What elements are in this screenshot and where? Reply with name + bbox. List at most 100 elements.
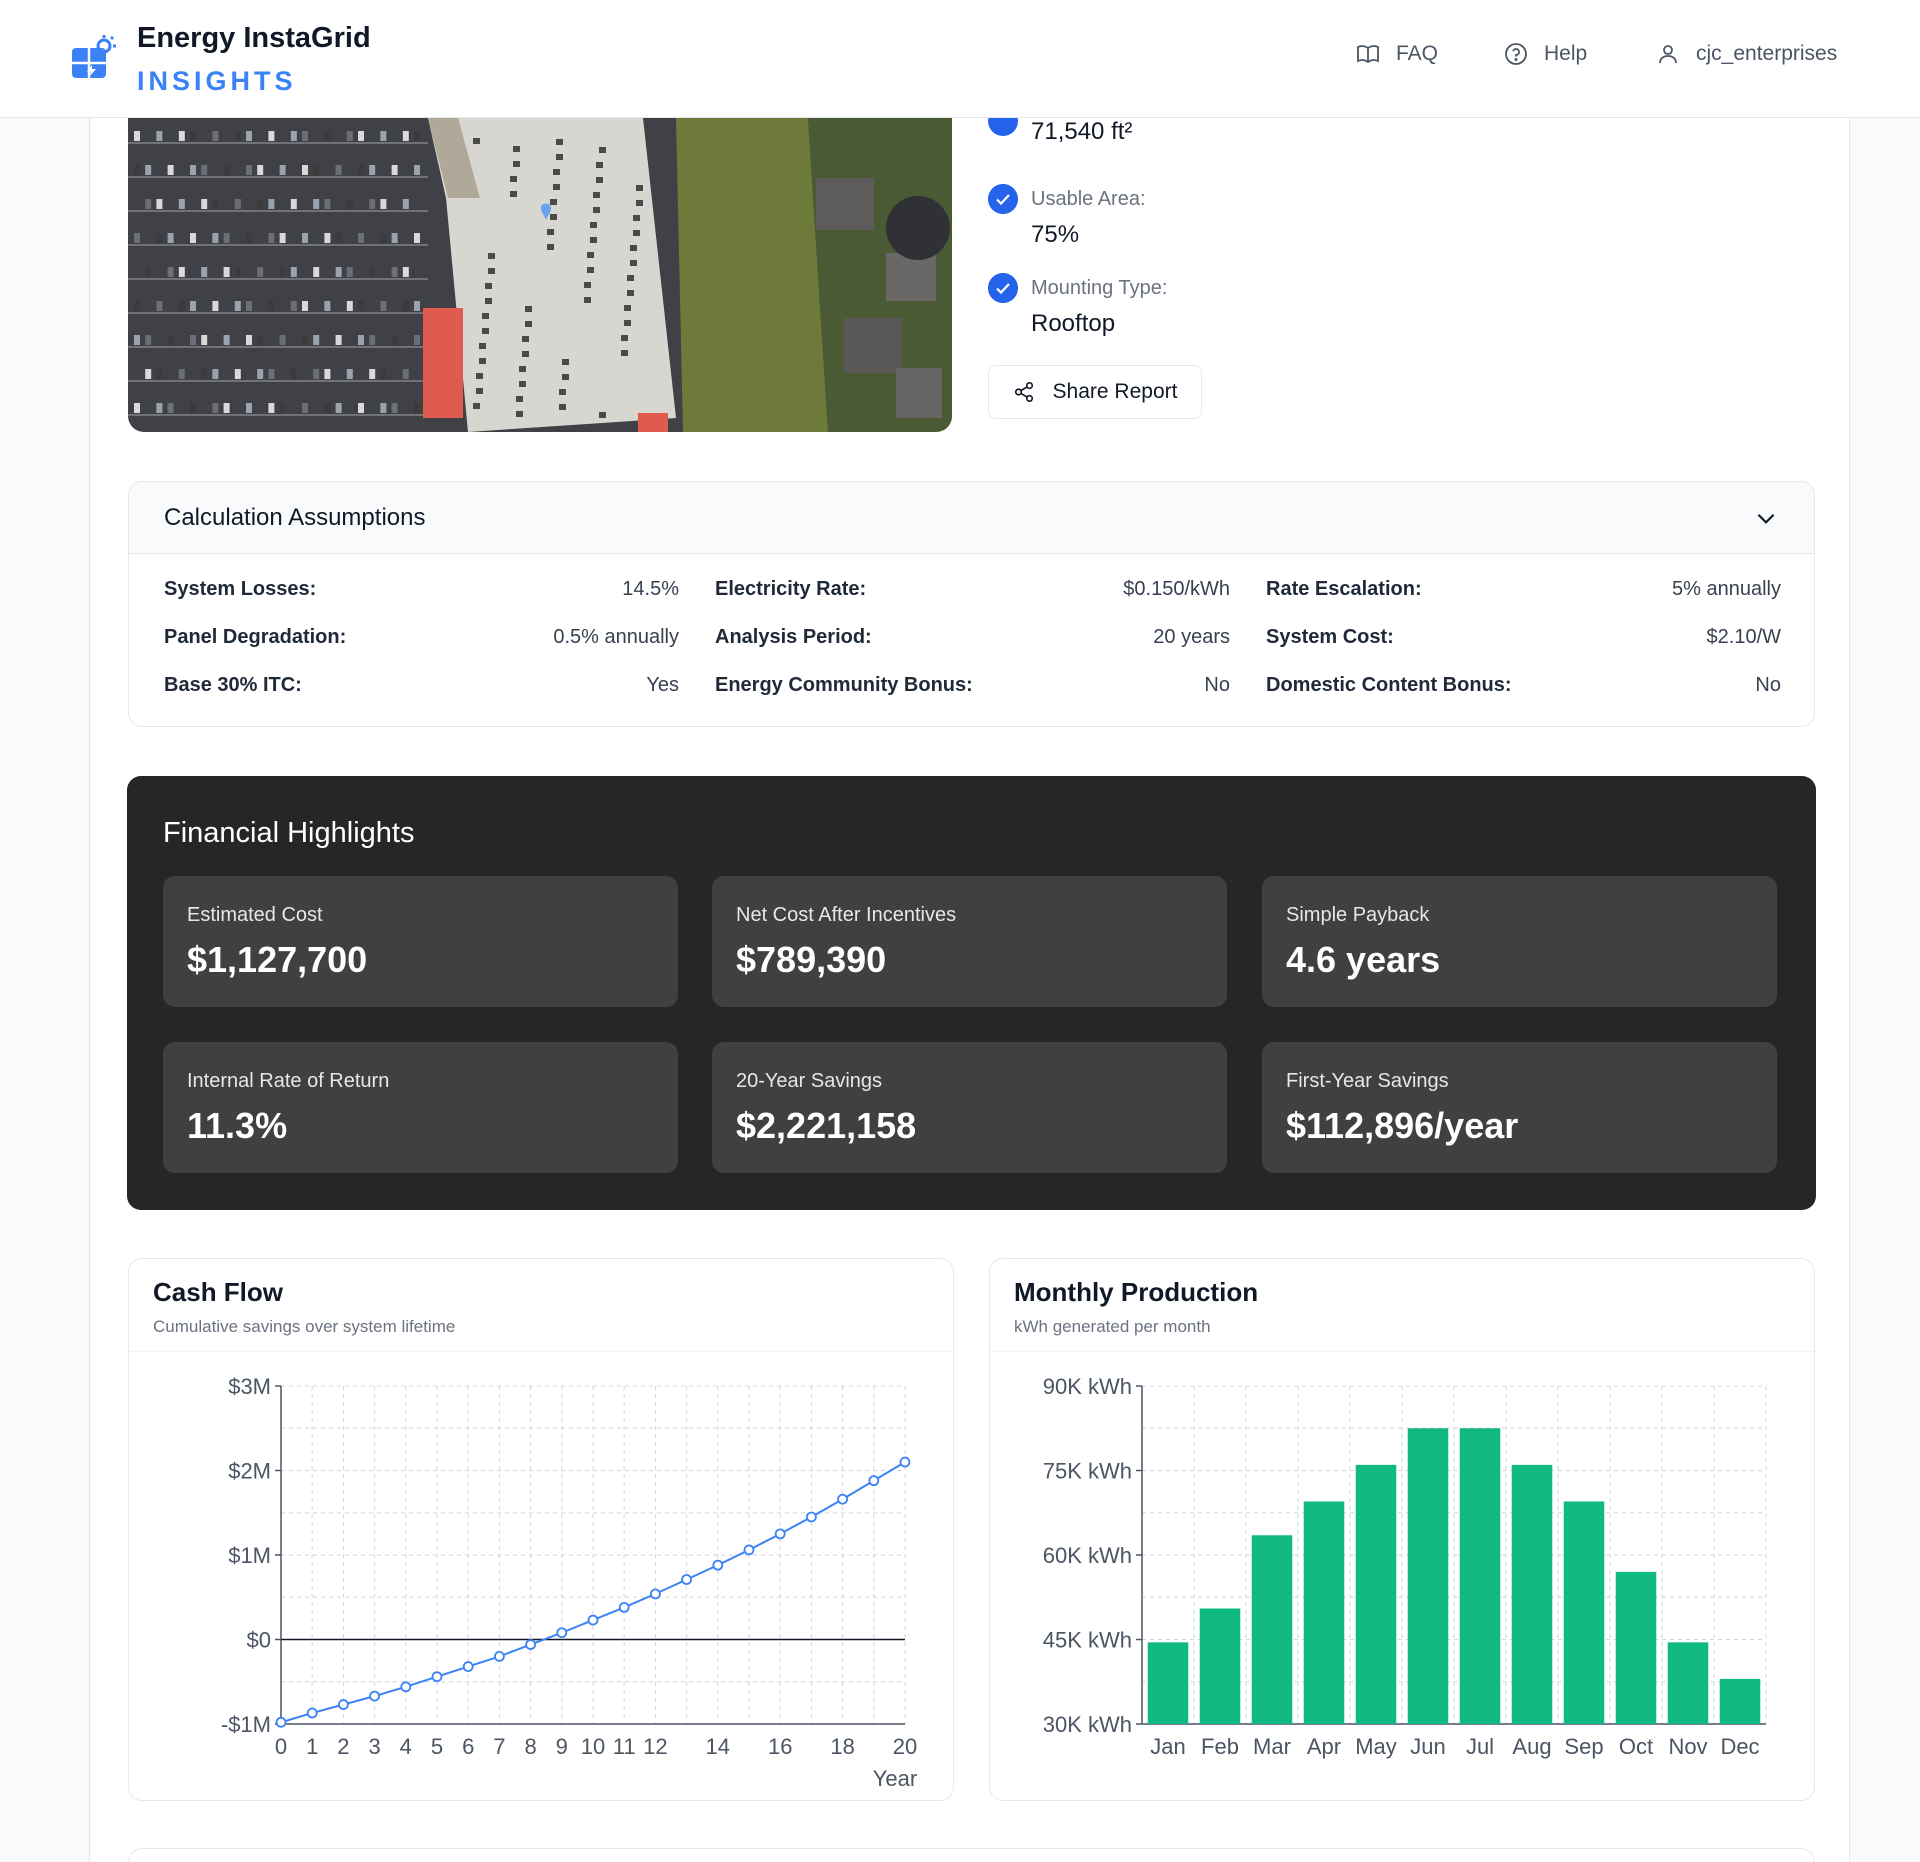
y-tick-label: $0 (247, 1628, 271, 1653)
next-section-card (128, 1848, 1815, 1862)
brand-subtitle: INSIGHTS (137, 66, 297, 96)
assumption-row: System Losses: 14.5% (164, 578, 679, 601)
y-tick-label: 90K kWh (1043, 1374, 1132, 1399)
production-bar (1199, 1608, 1241, 1724)
assumption-row: Electricity Rate: $0.150/kWh (715, 578, 1230, 601)
financial-card-value: $789,390 (736, 939, 887, 980)
user-icon (1659, 45, 1677, 64)
usable-area-value: 75% (1031, 221, 1080, 248)
financial-card-label: First-Year Savings (1286, 1070, 1449, 1092)
book-icon (1357, 45, 1379, 64)
x-tick-label: Jan (1150, 1734, 1185, 1759)
assumptions-toggle[interactable]: Calculation Assumptions (129, 482, 1814, 554)
cash-flow-point (431, 1671, 443, 1683)
cash-flow-point (681, 1574, 692, 1585)
production-bar (1251, 1535, 1293, 1724)
report-container: 71,540 ft² Usable Area: 75% Mounting Typ… (89, 106, 1850, 1862)
x-tick-label: 6 (462, 1734, 474, 1759)
production-bar (1615, 1571, 1657, 1724)
assumption-label: Energy Community Bonus: (715, 674, 973, 696)
nav-help-link[interactable]: Help (1504, 42, 1587, 66)
cash-flow-point (712, 1559, 724, 1571)
usable-area-label: Usable Area: (1031, 188, 1146, 210)
assumption-value: 20 years (1153, 626, 1230, 648)
monthly-production-chart: 30K kWh 45K kWh 60K kWh 75K kWh 90K kWh Jan Fe… (1043, 1374, 1767, 1759)
assumption-label: Analysis Period: (715, 626, 872, 648)
monthly-production-card: Monthly Production kWh generated per mon… (989, 1258, 1815, 1801)
cash-flow-point (899, 1456, 911, 1468)
x-tick-label: 14 (706, 1734, 730, 1759)
assumption-row: Energy Community Bonus: No (715, 674, 1230, 697)
financial-card-value: 4.6 years (1286, 939, 1441, 980)
x-tick-label: Jul (1466, 1734, 1494, 1759)
assumption-row: Rate Escalation: 5% annually (1266, 578, 1781, 601)
financial-card-value: 11.3% (187, 1105, 288, 1146)
cash-flow-point (369, 1690, 381, 1702)
cash-flow-point (306, 1707, 318, 1719)
cash-flow-point (837, 1493, 848, 1505)
y-tick-label: 45K kWh (1043, 1628, 1132, 1653)
financial-card-value: $1,127,700 (187, 939, 368, 980)
help-circle-icon (1505, 43, 1527, 65)
cash-flow-point (868, 1475, 880, 1487)
cash-flow-point (650, 1588, 661, 1600)
y-tick-label: 75K kWh (1043, 1459, 1132, 1484)
check-circle-icon (988, 184, 1018, 214)
x-tick-label: 8 (524, 1734, 536, 1759)
financial-card: Estimated Cost $1,127,700 (163, 876, 678, 1007)
y-tick-label: -$1M (221, 1712, 271, 1737)
assumption-label: System Losses: (164, 578, 317, 600)
y-tick-label: 60K kWh (1043, 1543, 1132, 1568)
y-tick-label: 30K kWh (1043, 1712, 1132, 1737)
app-header: Energy InstaGrid INSIGHTS FAQ Help cjc_e… (0, 0, 1920, 118)
y-tick-label: $3M (228, 1374, 271, 1399)
cash-flow-card: Cash Flow Cumulative savings over system… (128, 1258, 954, 1801)
x-tick-label: Nov (1668, 1734, 1707, 1759)
financial-card-value: $112,896/year (1286, 1105, 1519, 1146)
cash-flow-point (493, 1650, 505, 1662)
x-tick-label: 11 (613, 1734, 636, 1759)
check-circle-icon (988, 273, 1018, 303)
assumptions-title: Calculation Assumptions (164, 503, 426, 531)
chevron-down-icon (1757, 513, 1775, 524)
assumption-label: System Cost: (1266, 626, 1394, 648)
financial-card-label: Estimated Cost (187, 904, 323, 926)
x-tick-label: Dec (1720, 1734, 1759, 1759)
assumption-label: Panel Degradation: (164, 626, 347, 648)
cash-flow-point (462, 1661, 474, 1672)
x-tick-label: 10 (581, 1734, 605, 1759)
assumption-row: Domestic Content Bonus: No (1266, 674, 1781, 697)
cash-flow-point (525, 1639, 537, 1650)
financial-card-value: $2,221,158 (736, 1105, 917, 1146)
financial-card: First-Year Savings $112,896/year (1262, 1042, 1777, 1173)
x-tick-label: 9 (556, 1734, 568, 1759)
production-bar (1407, 1428, 1449, 1724)
assumption-value: 0.5% annually (553, 626, 679, 648)
user-menu[interactable]: cjc_enterprises (1656, 42, 1837, 66)
mounting-type-value: Rooftop (1031, 310, 1116, 337)
nav-faq-link[interactable]: FAQ (1356, 42, 1438, 66)
financial-highlights-panel: Financial Highlights Estimated Cost $1,12… (127, 776, 1816, 1210)
financial-card: Internal Rate of Return 11.3% (163, 1042, 678, 1173)
production-bar (1511, 1464, 1553, 1724)
assumption-value: $2.10/W (1706, 626, 1781, 648)
assumption-value: 5% annually (1672, 578, 1781, 600)
y-tick-label: $1M (228, 1543, 271, 1568)
cash-flow-point (275, 1716, 287, 1728)
x-tick-label: Mar (1253, 1734, 1291, 1759)
share-report-button[interactable]: Share Report (988, 365, 1202, 419)
cash-flow-point (556, 1627, 568, 1639)
share-icon (1014, 382, 1033, 402)
user-name: cjc_enterprises (1696, 42, 1838, 65)
nav-help-label: Help (1544, 42, 1588, 65)
x-tick-label: Feb (1201, 1734, 1239, 1759)
assumption-label: Rate Escalation: (1266, 578, 1422, 600)
solar-panel-logo-icon (72, 35, 116, 78)
x-tick-label: 18 (830, 1734, 854, 1759)
x-tick-label: Aug (1512, 1734, 1551, 1759)
production-bar (1563, 1501, 1605, 1724)
cash-flow-point (587, 1614, 599, 1626)
x-tick-label: 4 (400, 1734, 412, 1759)
assumption-row: Base 30% ITC: Yes (164, 674, 679, 697)
assumption-label: Base 30% ITC: (164, 674, 302, 696)
